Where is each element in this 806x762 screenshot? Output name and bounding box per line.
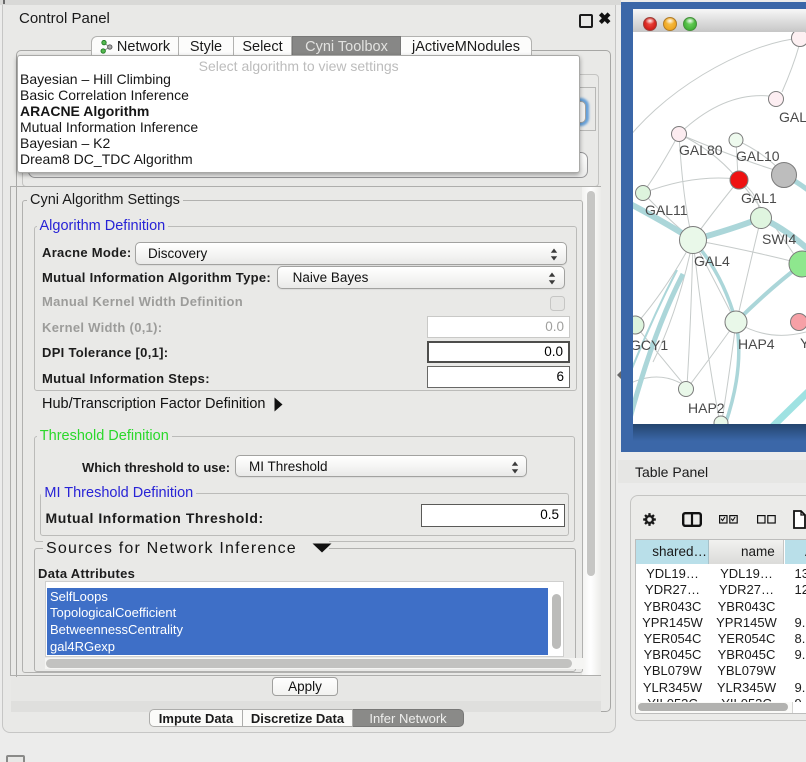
svg-text:GAL10: GAL10 [736, 148, 780, 164]
svg-text:SWI4: SWI4 [762, 231, 796, 247]
svg-text:Y: Y [800, 335, 806, 351]
svg-text:GAL4: GAL4 [694, 253, 730, 269]
svg-text:GAL11: GAL11 [645, 202, 688, 218]
svg-text:HAP4: HAP4 [738, 336, 775, 352]
svg-text:GAL: GAL [779, 109, 806, 125]
svg-text:GCY1: GCY1 [633, 337, 668, 353]
svg-text:GAL1: GAL1 [741, 190, 777, 206]
svg-text:HAP2: HAP2 [688, 400, 725, 416]
svg-text:GAL80: GAL80 [679, 142, 723, 158]
